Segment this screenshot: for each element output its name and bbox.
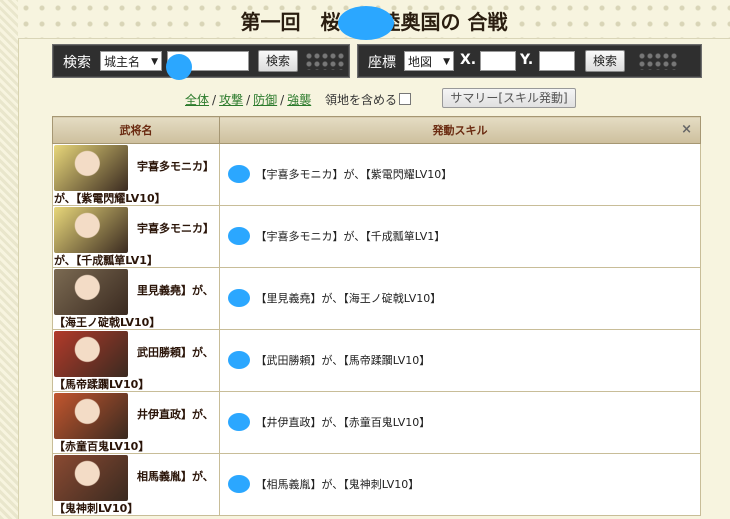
general-portrait — [54, 393, 128, 439]
filter-raid-link[interactable]: 強襲 — [287, 93, 311, 107]
general-skill: 【赤童百鬼LV10】 — [54, 440, 150, 453]
general-cell: 里見義堯】が、【海王ノ碇戟LV10】 — [52, 267, 220, 330]
redaction-blot — [228, 413, 250, 431]
general-skill: が、【千成瓢箪LV1】 — [54, 254, 158, 267]
search-type-select[interactable]: 城主名 ▼ — [100, 51, 162, 71]
general-name: 里見義堯】が、 — [137, 284, 214, 297]
general-cell: 井伊直政】が、【赤童百鬼LV10】 — [52, 391, 220, 454]
filter-defense-link[interactable]: 防御 — [253, 93, 277, 107]
filter-all-link[interactable]: 全体 — [185, 93, 209, 107]
skill-activation-text: 【 【宇喜多モニカ】が、【千成瓢箪LV1】 — [228, 230, 446, 243]
table-row: 武田勝頼】が、 【馬帝蹂躙LV10】【 【武田勝頼】が、【馬帝蹂躙LV10】 — [52, 329, 701, 392]
general-name: 宇喜多モニカ】 — [137, 160, 214, 173]
chevron-down-icon: ▼ — [151, 57, 158, 67]
map-select[interactable]: 地図 ▼ — [404, 51, 454, 71]
filter-links: 全体 / 攻撃 / 防御 / 強襲 領地を含める — [185, 91, 412, 108]
skill-cell: 【 【武田勝頼】が、【馬帝蹂躙LV10】 — [219, 329, 701, 392]
skill-cell: 【 【宇喜多モニカ】が、【千成瓢箪LV1】 — [219, 205, 701, 268]
summary-button[interactable]: サマリー[スキル発動] — [442, 88, 576, 108]
general-portrait — [54, 207, 128, 253]
general-portrait — [54, 269, 128, 315]
include-territory-label: 領地を含める — [325, 93, 398, 107]
table-row: 宇喜多モニカ】 が、【千成瓢箪LV1】【 【宇喜多モニカ】が、【千成瓢箪LV1】 — [52, 205, 701, 268]
y-coordinate-input[interactable] — [539, 51, 575, 71]
skill-activation-text: 【 【武田勝頼】が、【馬帝蹂躙LV10】 — [228, 354, 431, 367]
general-skill: が、【紫電閃耀LV10】 — [54, 192, 166, 205]
bar-ornament — [305, 52, 345, 70]
general-portrait — [54, 455, 128, 501]
general-name: 宇喜多モニカ】 — [137, 222, 214, 235]
coord-label: 座標 — [368, 55, 396, 71]
skill-activation-text: 【 【宇喜多モニカ】が、【紫電閃耀LV10】 — [228, 168, 453, 181]
general-cell: 宇喜多モニカ】が、【紫電閃耀LV10】 — [52, 143, 220, 206]
coord-bar: 座標 地図 ▼ X. Y. 検索 — [357, 44, 702, 78]
header-general-name: 武将名 — [52, 116, 220, 144]
filter-attack-link[interactable]: 攻撃 — [219, 93, 243, 107]
general-cell: 宇喜多モニカ】が、【千成瓢箪LV1】 — [52, 205, 220, 268]
search-button[interactable]: 検索 — [258, 50, 298, 72]
general-skill: 【鬼神刺LV10】 — [54, 502, 139, 515]
general-name: 武田勝頼】が、 — [137, 346, 214, 359]
general-skill: 【海王ノ碇戟LV10】 — [54, 316, 161, 329]
coord-search-button[interactable]: 検索 — [585, 50, 625, 72]
general-name: 井伊直政】が、 — [137, 408, 214, 421]
general-cell: 相馬義胤】が、【鬼神刺LV10】 — [52, 453, 220, 516]
skill-cell: 【 【里見義堯】が、【海王ノ碇戟LV10】 — [219, 267, 701, 330]
skill-cell: 【 【宇喜多モニカ】が、【紫電閃耀LV10】 — [219, 143, 701, 206]
include-territory-checkbox[interactable] — [399, 93, 412, 105]
redaction-blot — [228, 475, 250, 493]
close-icon[interactable]: × — [681, 122, 692, 137]
table-row: 宇喜多モニカ】 が、【紫電閃耀LV10】【 【宇喜多モニカ】が、【紫電閃耀LV10… — [52, 143, 701, 206]
redaction-blot — [228, 165, 250, 183]
search-label: 検索 — [63, 55, 91, 71]
skill-activation-text: 【 【井伊直政】が、【赤童百鬼LV10】 — [228, 416, 431, 429]
skill-activation-text: 【 【相馬義胤】が、【鬼神刺LV10】 — [228, 478, 420, 491]
y-label: Y. — [520, 52, 534, 68]
x-coordinate-input[interactable] — [480, 51, 516, 71]
battle-table: 武将名 発動スキル × 宇喜多モニカ】 が、【紫電閃耀LV10】【 【宇喜多モニカ】… — [52, 116, 701, 516]
chevron-down-icon: ▼ — [443, 57, 450, 67]
skill-cell: 【 【井伊直政】が、【赤童百鬼LV10】 — [219, 391, 701, 454]
redaction-blot — [228, 289, 250, 307]
table-row: 里見義堯】が、 【海王ノ碇戟LV10】【 【里見義堯】が、【海王ノ碇戟LV10】 — [52, 267, 701, 330]
table-row: 相馬義胤】が、 【鬼神刺LV10】【 【相馬義胤】が、【鬼神刺LV10】 — [52, 453, 701, 516]
general-portrait — [54, 331, 128, 377]
redaction-blot — [228, 351, 250, 369]
x-label: X. — [460, 52, 477, 68]
redaction-blot — [166, 54, 192, 80]
general-portrait — [54, 145, 128, 191]
left-rail — [0, 0, 19, 519]
search-bar: 検索 城主名 ▼ 検索 — [52, 44, 350, 78]
header-skill: 発動スキル × — [219, 116, 701, 144]
skill-activation-text: 【 【里見義堯】が、【海王ノ碇戟LV10】 — [228, 292, 442, 305]
general-name: 相馬義胤】が、 — [137, 470, 214, 483]
redaction-blot — [338, 6, 394, 40]
table-row: 井伊直政】が、 【赤童百鬼LV10】【 【井伊直政】が、【赤童百鬼LV10】 — [52, 391, 701, 454]
general-skill: 【馬帝蹂躙LV10】 — [54, 378, 150, 391]
general-cell: 武田勝頼】が、【馬帝蹂躙LV10】 — [52, 329, 220, 392]
skill-cell: 【 【相馬義胤】が、【鬼神刺LV10】 — [219, 453, 701, 516]
bar-ornament — [638, 52, 678, 70]
redaction-blot — [228, 227, 250, 245]
